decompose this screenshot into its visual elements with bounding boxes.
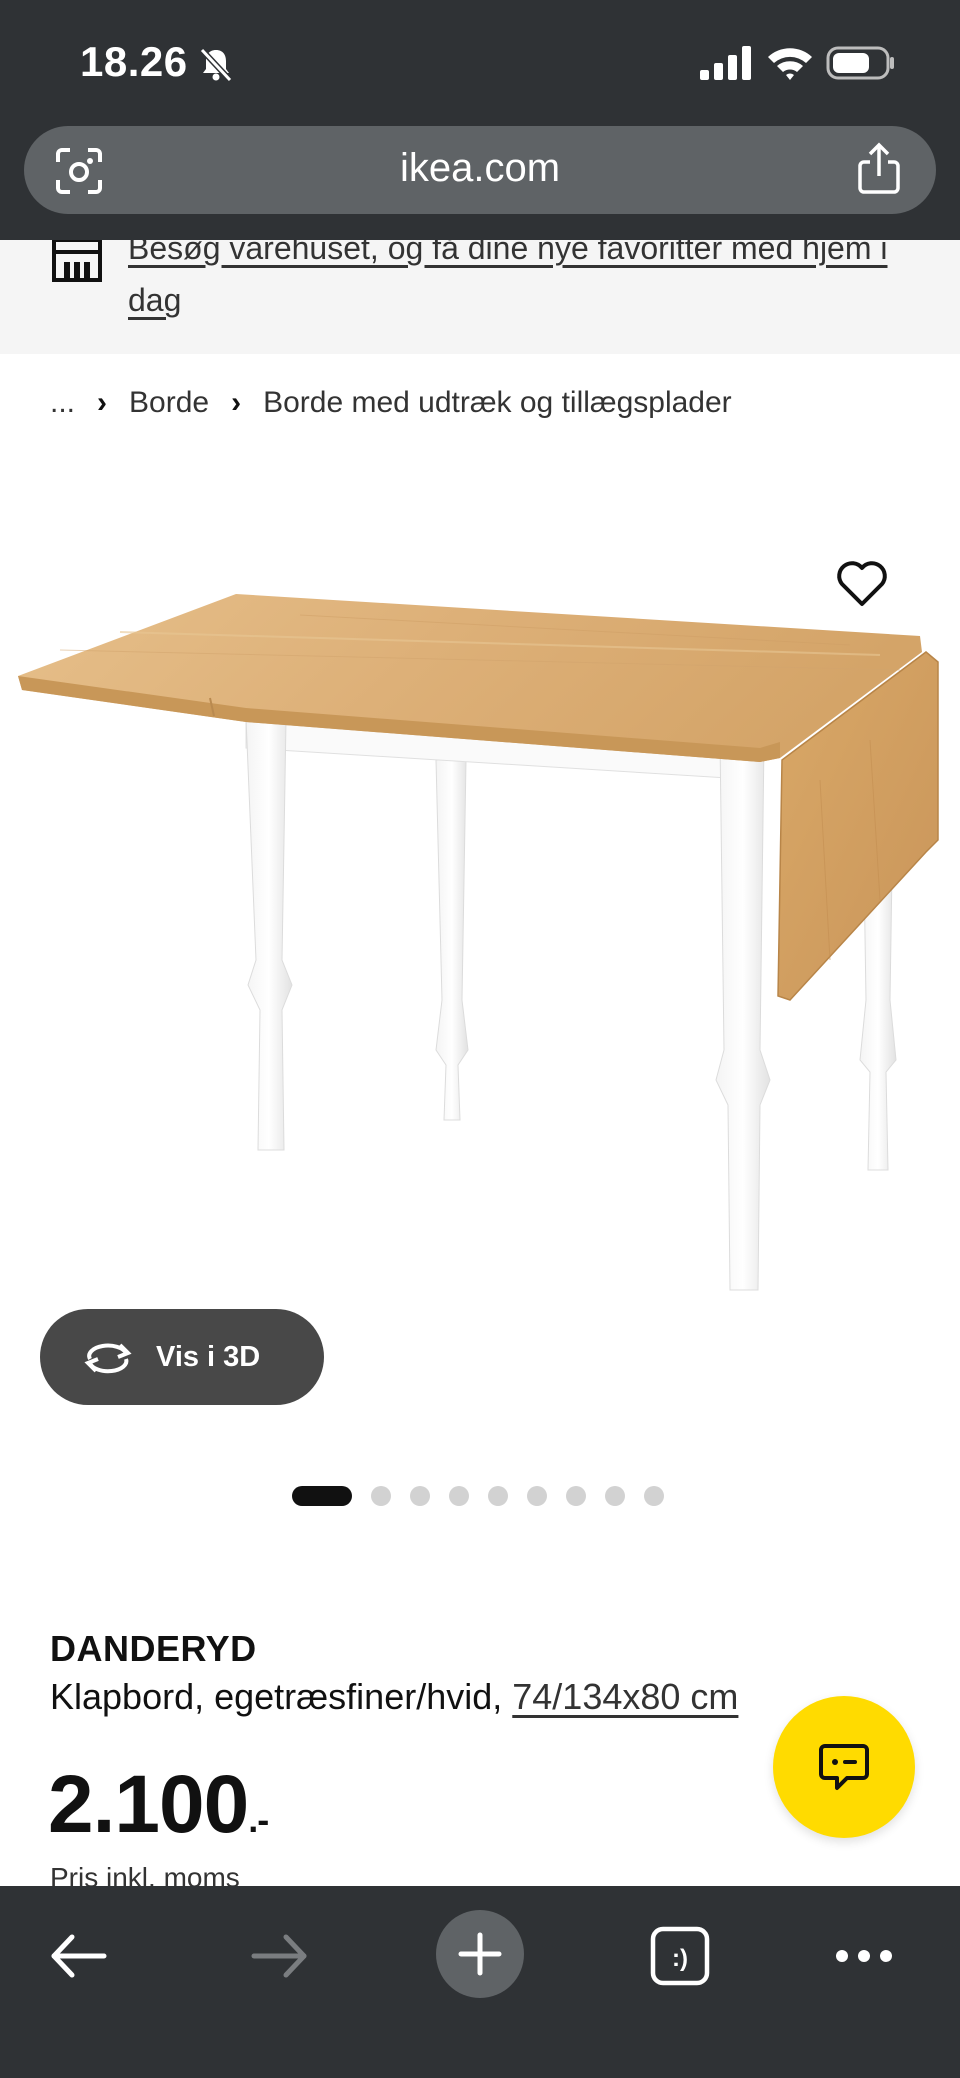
breadcrumb-item-borde-med-udtraek[interactable]: Borde med udtræk og tillægsplader [263,386,732,420]
more-button[interactable] [824,1916,904,1996]
arrow-left-icon [51,1934,107,1978]
chevron-right-icon: › [97,386,108,419]
pagination-dot[interactable] [449,1486,469,1506]
url-text[interactable]: ikea.com [24,146,936,191]
pagination-dot-active[interactable] [292,1486,352,1506]
image-pagination-dots[interactable] [292,1486,664,1506]
pagination-dot[interactable] [566,1486,586,1506]
breadcrumb: ... › Borde › Borde med udtræk og tillæg… [50,386,732,420]
product-image[interactable] [0,440,960,1400]
price-suffix: .- [248,1799,269,1840]
chat-icon [819,1744,869,1790]
chat-button[interactable] [773,1696,915,1838]
pagination-dot[interactable] [488,1486,508,1506]
bell-muted-icon [199,47,233,83]
breadcrumb-ellipsis[interactable]: ... [50,386,75,420]
product-price: 2.100.- [48,1758,269,1852]
store-icon [52,240,102,282]
browser-top-bar: 18.26 ikea.com [0,0,960,240]
pagination-dot[interactable] [410,1486,430,1506]
pagination-dot[interactable] [527,1486,547,1506]
browser-bottom-toolbar: :) [0,1886,960,2078]
address-bar[interactable]: ikea.com [24,126,936,214]
plus-icon [458,1932,502,1976]
product-description: Klapbord, egetræsfiner/hvid, 74/134x80 c… [50,1676,738,1718]
store-visit-link[interactable]: Besøg varehuset, og få dine nye favoritt… [128,240,908,326]
pagination-dot[interactable] [644,1486,664,1506]
store-banner: Besøg varehuset, og få dine nye favoritt… [0,240,960,354]
cellular-signal-icon [700,46,751,80]
status-time: 18.26 [80,38,188,85]
wifi-icon [768,48,812,80]
price-value: 2.100 [48,1759,249,1850]
product-size-link[interactable]: 74/134x80 cm [512,1676,738,1717]
tabs-button[interactable]: :) [640,1916,720,1996]
view-in-3d-button[interactable]: Vis i 3D [40,1309,324,1405]
heart-icon[interactable] [836,560,888,608]
pagination-dot[interactable] [371,1486,391,1506]
product-name: DANDERYD [50,1628,257,1669]
tabs-icon: :) [650,1926,710,1986]
product-description-text: Klapbord, egetræsfiner/hvid, [50,1676,513,1717]
back-button[interactable] [38,1916,118,1996]
rotate-3d-icon [84,1343,132,1374]
battery-icon [826,46,894,80]
tabs-label: :) [672,1945,688,1972]
new-tab-button[interactable] [436,1910,524,1998]
forward-button[interactable] [240,1916,320,1996]
arrow-right-icon [251,1934,307,1978]
pagination-dot[interactable] [605,1486,625,1506]
view-in-3d-label: Vis i 3D [156,1340,261,1373]
chevron-right-icon: › [231,386,242,419]
breadcrumb-item-borde[interactable]: Borde [129,386,209,420]
more-dots-icon [836,1950,892,1962]
share-icon[interactable] [856,142,902,196]
